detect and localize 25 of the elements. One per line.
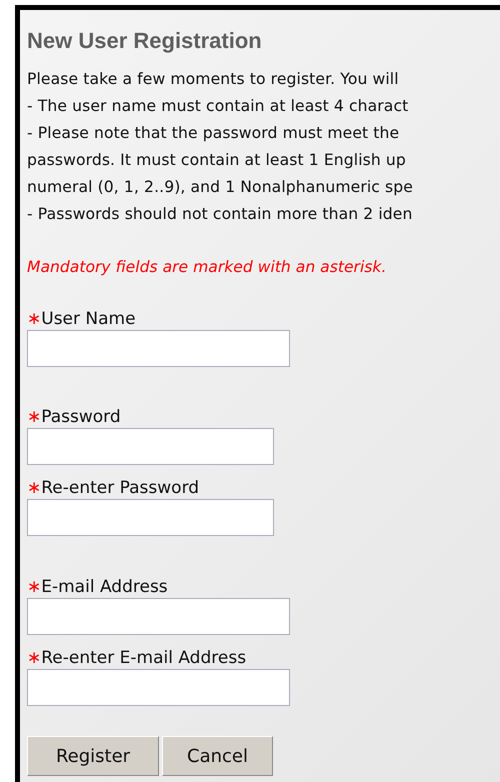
field-label: User Name	[41, 309, 136, 329]
field-label: Re-enter Password	[41, 478, 200, 498]
register-button[interactable]: Register	[27, 736, 159, 776]
input-field[interactable]	[27, 669, 290, 706]
field-label: E-mail Address	[41, 577, 168, 597]
field-label: Re-enter E-mail Address	[41, 648, 246, 668]
asterisk: ∗	[27, 478, 42, 498]
input-field[interactable]	[27, 428, 274, 465]
input-field[interactable]	[27, 598, 290, 635]
input-field[interactable]	[27, 499, 274, 536]
cancel-button[interactable]: Cancel	[162, 736, 273, 776]
page-title: New User Registration	[27, 28, 263, 55]
mandatory-notice: Mandatory fields are marked with an asterisk.	[27, 258, 388, 276]
instruction-text: passwords. It must contain at least 1 English up	[27, 150, 407, 171]
instruction-text: - The user name must contain at least 4 charact	[27, 96, 410, 117]
field-label: Password	[41, 407, 121, 427]
asterisk: ∗	[27, 577, 42, 597]
instruction-text: numeral (0, 1, 2..9), and 1 Nonalphanumeric spe	[27, 177, 414, 198]
instruction-text: - Passwords should not contain more than 2 iden	[27, 204, 414, 225]
asterisk: ∗	[27, 407, 42, 427]
input-field[interactable]	[27, 330, 290, 367]
instruction-text: Please take a few moments to register. You will	[27, 69, 400, 90]
instruction-text: - Please note that the password must meet the	[27, 123, 400, 144]
asterisk: ∗	[27, 648, 42, 668]
asterisk: ∗	[27, 309, 42, 329]
